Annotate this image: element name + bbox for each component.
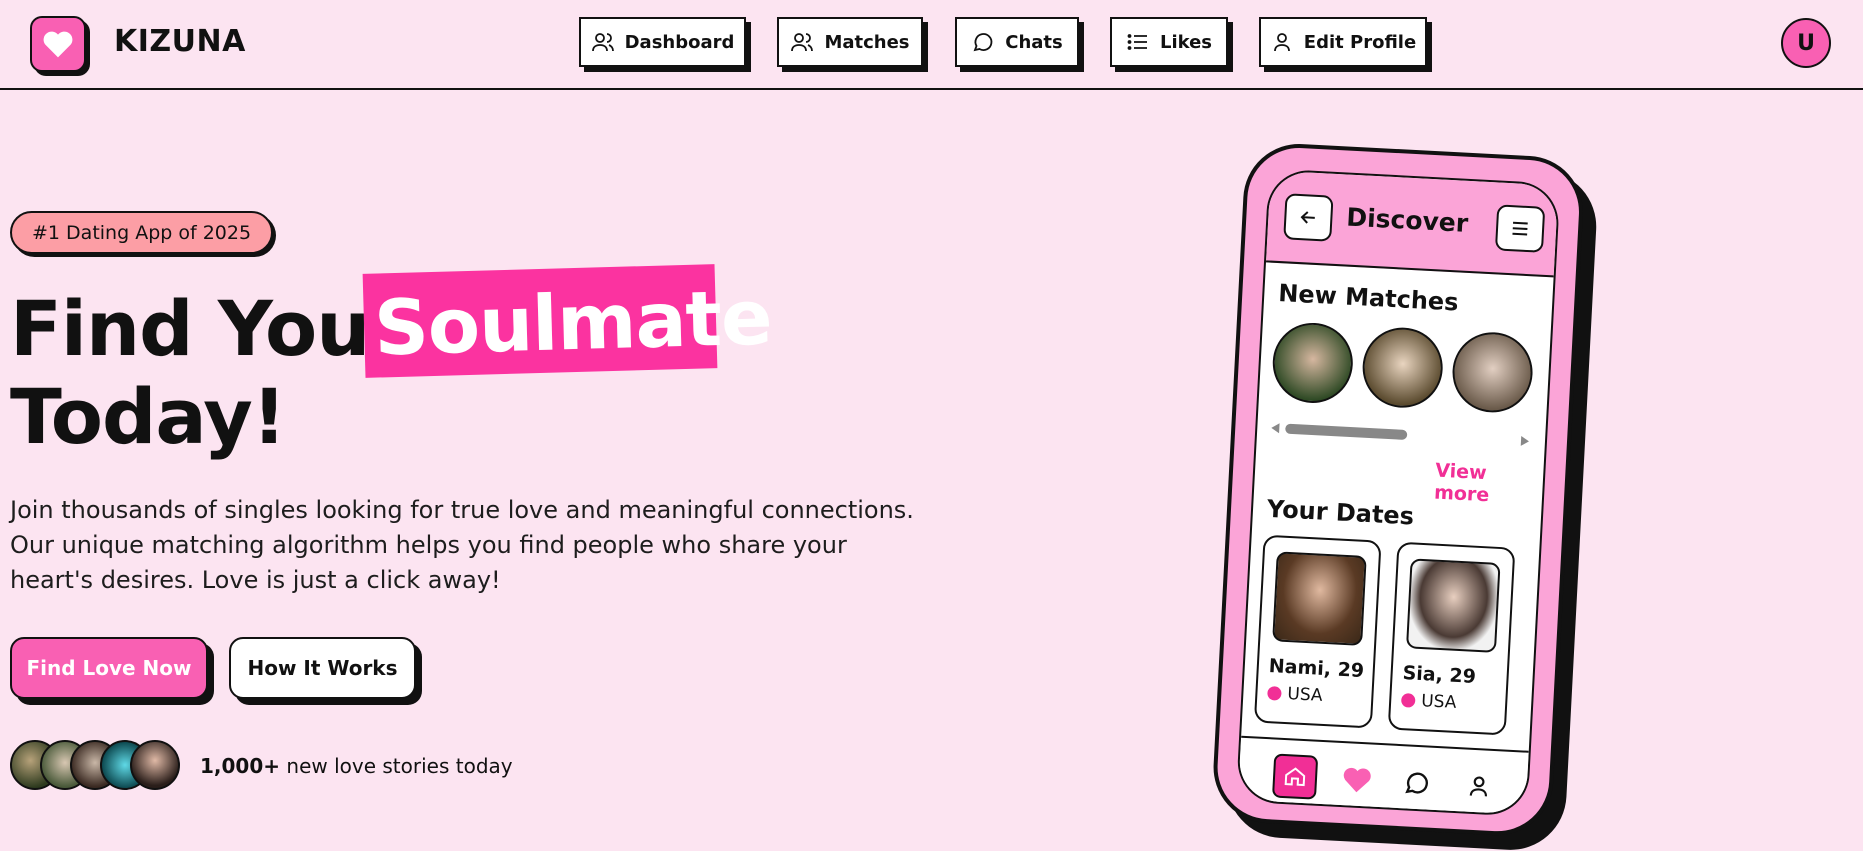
users-icon	[791, 33, 814, 52]
home-tab[interactable]	[1271, 753, 1319, 800]
nav-edit-profile-label: Edit Profile	[1303, 31, 1417, 53]
new-matches-title: New Matches	[1277, 279, 1460, 317]
view-more-link[interactable]: View more	[1434, 460, 1544, 510]
heart-icon	[1343, 767, 1371, 793]
nav-edit-profile-button[interactable]: Edit Profile	[1259, 17, 1427, 67]
hamburger-menu-icon	[1512, 221, 1528, 236]
horizontal-scrollbar[interactable]	[1271, 421, 1529, 448]
date-location: USA	[1267, 683, 1323, 706]
stories-text: new love stories today	[286, 754, 513, 778]
list-icon	[1127, 34, 1147, 50]
date-location-text: USA	[1286, 684, 1324, 706]
hero-title-part2: Today!	[10, 372, 287, 461]
phone-header: Discover	[1265, 170, 1559, 278]
chat-bubble-icon	[973, 33, 993, 52]
date-card[interactable]: Sia, 29 USA	[1387, 541, 1516, 736]
user-avatar-stack	[10, 740, 180, 790]
location-dot	[1400, 693, 1416, 708]
phone-header-title: Discover	[1345, 202, 1469, 238]
phone-bottom-nav	[1237, 735, 1529, 817]
nav-dashboard-label: Dashboard	[624, 31, 735, 53]
users-icon	[591, 33, 614, 52]
top-navbar: KIZUNA Dashboard Matches Chats Likes Edi…	[0, 0, 1863, 90]
your-dates-title: Your Dates	[1266, 494, 1415, 531]
location-dot	[1267, 686, 1282, 701]
how-it-works-button[interactable]: How It Works	[229, 637, 416, 699]
match-avatar[interactable]	[1270, 320, 1355, 405]
nav-likes-label: Likes	[1159, 31, 1213, 53]
back-button[interactable]	[1283, 193, 1334, 242]
hero-title-highlight: Soulmate	[372, 272, 773, 373]
hero-badge: #1 Dating App of 2025	[10, 211, 274, 254]
date-location-text: USA	[1420, 691, 1457, 713]
date-card[interactable]: Nami, 29 USA	[1253, 534, 1382, 729]
match-avatar[interactable]	[1450, 330, 1535, 415]
chat-bubble-icon	[1405, 772, 1428, 794]
user-icon	[1469, 776, 1488, 797]
user-icon	[1273, 33, 1290, 52]
nav-chats-label: Chats	[1005, 31, 1063, 53]
user-avatar[interactable]: U	[1781, 18, 1831, 68]
date-location: USA	[1400, 690, 1457, 713]
brand-name: KIZUNA	[114, 24, 246, 59]
love-stories-stat: 1,000+ new love stories today	[200, 754, 513, 778]
stories-count: 1,000+	[200, 754, 281, 778]
date-photo	[1405, 558, 1501, 653]
nav-chats-button[interactable]: Chats	[955, 17, 1079, 67]
find-love-now-button[interactable]: Find Love Now	[10, 637, 208, 699]
menu-button[interactable]	[1494, 204, 1546, 253]
chats-tab[interactable]	[1394, 760, 1440, 806]
date-name: Nami, 29	[1268, 655, 1365, 683]
date-photo	[1272, 551, 1367, 646]
home-icon	[1284, 767, 1306, 787]
hero-description: Join thousands of singles looking for tr…	[10, 496, 914, 594]
nav-dashboard-button[interactable]: Dashboard	[579, 17, 746, 67]
nav-matches-button[interactable]: Matches	[777, 17, 923, 67]
heart-icon	[43, 31, 73, 58]
phone-frame: Discover New Matches View more Your Date…	[1210, 141, 1586, 839]
nav-matches-label: Matches	[824, 31, 910, 53]
profile-tab[interactable]	[1456, 763, 1502, 809]
avatar	[130, 740, 180, 790]
match-avatar[interactable]	[1360, 325, 1445, 410]
phone-mockup: Discover New Matches View more Your Date…	[1210, 141, 1602, 851]
logo[interactable]	[30, 16, 86, 72]
hero-title-part1: Find Your	[10, 284, 407, 373]
arrow-left-icon	[1300, 211, 1315, 224]
phone-screen: Discover New Matches View more Your Date…	[1235, 168, 1561, 817]
likes-tab[interactable]	[1334, 757, 1380, 803]
date-name: Sia, 29	[1402, 662, 1477, 688]
nav-likes-button[interactable]: Likes	[1110, 17, 1228, 67]
